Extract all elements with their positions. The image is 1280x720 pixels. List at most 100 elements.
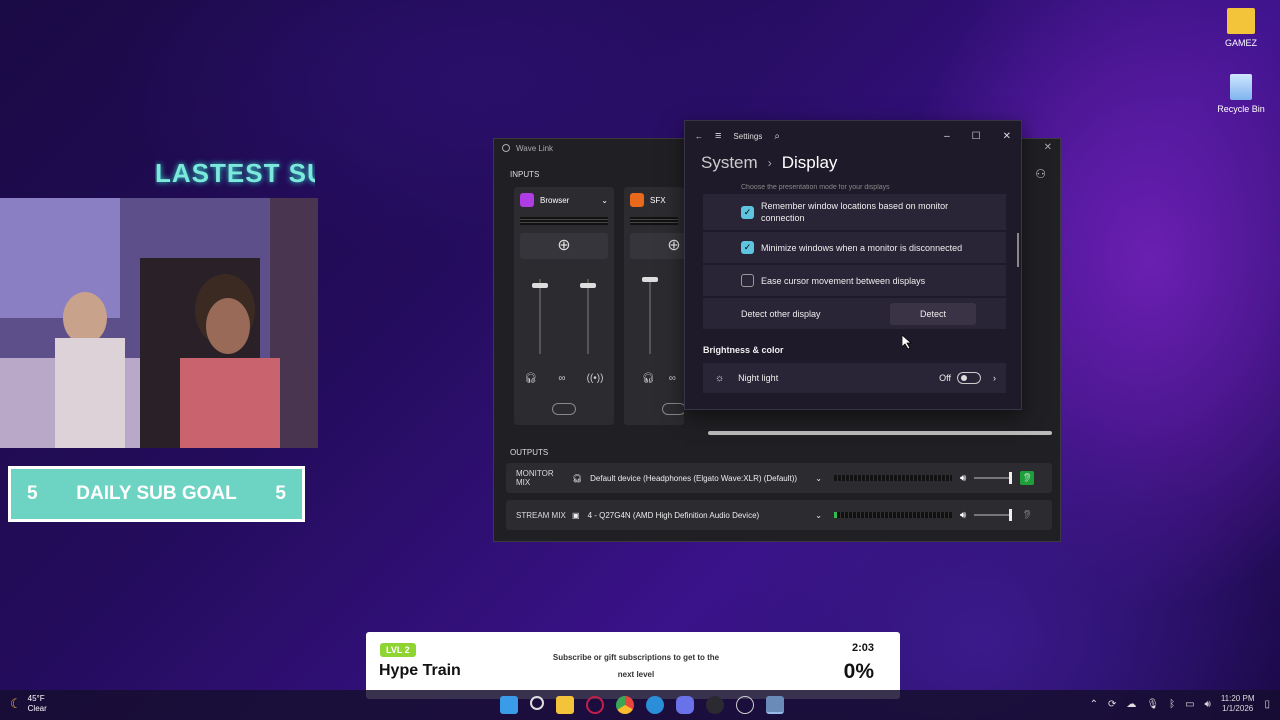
night-light-label: Night light — [738, 373, 779, 383]
system-tray: ⌃ ⟳ ☁ 🎙︎ ᛒ ▭ 🔊︎ 11:20 PM 1/1/2026 ▯ — [1090, 694, 1270, 714]
output-device-select[interactable]: 🎧︎ Default device (Headphones (Elgato Wa… — [566, 474, 830, 483]
settings-taskbar-icon[interactable] — [766, 696, 784, 714]
sfx-icon — [630, 193, 644, 207]
breadcrumb: System › Display — [685, 151, 1021, 181]
output-row-stream-mix: STREAM MIX ▣ 4 - Q27G4N (AMD High Defini… — [506, 500, 1052, 530]
back-arrow-icon[interactable]: ← — [695, 132, 703, 141]
monitor-fader-track[interactable] — [539, 279, 541, 354]
close-icon[interactable]: ✕ — [1044, 142, 1052, 153]
monitor-fader-handle[interactable] — [642, 277, 658, 282]
minimize-icon[interactable]: – — [944, 131, 950, 142]
night-light-row[interactable]: ☼ Night light Off › — [703, 363, 1006, 393]
output-volume-slider[interactable] — [974, 509, 1013, 521]
file-explorer-icon[interactable] — [556, 696, 574, 714]
edge-icon[interactable] — [646, 696, 664, 714]
daily-sub-goal: 5 DAILY SUB GOAL 5 — [8, 466, 305, 522]
detect-button[interactable]: Detect — [890, 302, 976, 325]
stream-fader-track[interactable] — [587, 279, 589, 354]
output-volume-slider[interactable] — [974, 472, 1013, 484]
weather-text: 45°F Clear — [28, 694, 47, 714]
user-icon[interactable]: ⚇ — [1035, 167, 1046, 181]
desktop-icon-recycle-bin[interactable]: Recycle Bin — [1211, 74, 1271, 114]
chevron-right-icon[interactable]: › — [993, 373, 996, 383]
page-title: Display — [781, 153, 838, 172]
channel-mix-icons: 🎧︎ ∞ ((•)) — [514, 373, 614, 384]
discord-icon[interactable] — [676, 696, 694, 714]
channel-level-meter — [630, 217, 678, 225]
wave-link-logo-icon — [502, 144, 510, 152]
broadcast-icon[interactable]: ((•)) — [587, 373, 604, 384]
sync-icon[interactable]: ⟳ — [1108, 699, 1116, 710]
horizontal-scrollbar[interactable] — [708, 431, 1052, 435]
presentation-mode-caption: Choose the presentation mode for your di… — [741, 184, 890, 191]
wave-link-taskbar-icon[interactable] — [706, 696, 724, 714]
chrome-icon[interactable] — [616, 696, 634, 714]
settings-window: ← ≡ Settings ⌕ – ☐ ✕ System › Display Ch… — [684, 120, 1022, 410]
maximize-icon[interactable]: ☐ — [972, 131, 981, 142]
chevron-down-icon: ⌄ — [815, 473, 822, 483]
headphones-icon[interactable]: 🎧︎ — [525, 373, 538, 384]
link-icon[interactable]: ∞ — [669, 373, 676, 384]
chevron-up-icon[interactable]: ⌃ — [1090, 699, 1098, 710]
subgoal-right-count: 5 — [275, 483, 286, 504]
cloud-icon[interactable]: ☁ — [1126, 699, 1136, 710]
speaker-icon[interactable]: 🔊︎ — [960, 473, 966, 484]
subgoal-left-count: 5 — [27, 483, 38, 504]
channel-level-meter — [520, 217, 608, 225]
close-icon[interactable]: ✕ — [1003, 131, 1011, 142]
search-icon[interactable] — [530, 696, 544, 710]
output-level-meter — [834, 475, 952, 481]
settings-content: Choose the presentation mode for your di… — [703, 184, 1006, 393]
desktop-icon-gamez[interactable]: GAMEZ — [1211, 8, 1271, 48]
output-device-select[interactable]: ▣ 4 - Q27G4N (AMD High Definition Audio … — [566, 511, 830, 520]
waveform-icon[interactable] — [662, 403, 684, 415]
channel-header[interactable]: SFX — [624, 187, 684, 213]
ear-icon[interactable]: 👂︎ — [1020, 471, 1035, 485]
monitor-fader-handle[interactable] — [532, 283, 548, 288]
night-light-toggle[interactable] — [957, 372, 981, 384]
add-effect-button[interactable]: ⊕ — [630, 233, 684, 259]
weather-widget[interactable]: ☾ 45°F Clear — [10, 694, 47, 714]
bluetooth-icon[interactable]: ᛒ — [1169, 699, 1175, 710]
option-remember-window-locations[interactable]: ✓ Remember window locations based on mon… — [703, 194, 1006, 230]
stream-fader-handle[interactable] — [580, 283, 596, 288]
clock-date: 1/1/2026 — [1222, 704, 1254, 713]
microphone-icon[interactable]: 🎙︎ — [1146, 699, 1159, 710]
wave-link-title: Wave Link — [516, 143, 554, 153]
search-icon[interactable]: ⌕ — [774, 131, 780, 142]
webcam-feed — [0, 198, 318, 448]
network-icon[interactable]: ▭ — [1185, 699, 1194, 710]
checkbox-checked[interactable]: ✓ — [741, 241, 754, 254]
ear-icon[interactable]: 👂︎ — [1020, 508, 1034, 522]
speaker-icon[interactable]: 🔊︎ — [960, 510, 966, 521]
breadcrumb-system[interactable]: System — [701, 153, 758, 173]
app-icon[interactable] — [736, 696, 754, 714]
headphones-icon[interactable]: 🎧︎ — [642, 373, 655, 384]
channel-header[interactable]: Browser ⌄ — [514, 187, 614, 213]
recycle-bin-icon — [1230, 74, 1252, 100]
option-minimize-windows[interactable]: ✓ Minimize windows when a monitor is dis… — [703, 232, 1006, 263]
checkbox-checked[interactable]: ✓ — [741, 205, 754, 219]
hype-train-title: Hype Train — [379, 662, 461, 679]
option-ease-cursor-movement[interactable]: Ease cursor movement between displays — [703, 265, 1006, 296]
add-effect-button[interactable]: ⊕ — [520, 233, 608, 259]
app-icon[interactable] — [586, 696, 604, 714]
inputs-label: INPUTS — [510, 170, 540, 179]
settings-titlebar: ← ≡ Settings ⌕ – ☐ ✕ — [685, 121, 1021, 151]
checkbox-unchecked[interactable] — [741, 274, 754, 287]
output-row-monitor-mix: MONITOR MIX 🎧︎ Default device (Headphone… — [506, 463, 1052, 493]
clock[interactable]: 11:20 PM 1/1/2026 — [1221, 694, 1255, 714]
link-icon[interactable]: ∞ — [558, 373, 565, 384]
option-label: Ease cursor movement between displays — [761, 275, 926, 286]
channel-name: SFX — [650, 195, 666, 205]
monitor-fader-track[interactable] — [649, 279, 651, 354]
sun-icon: ☼ — [715, 372, 725, 384]
chevron-down-icon[interactable]: ⌄ — [601, 196, 608, 205]
waveform-icon[interactable] — [552, 403, 576, 415]
notification-icon[interactable]: ▯ — [1264, 699, 1270, 710]
vertical-scrollbar[interactable] — [1017, 233, 1019, 267]
channel-name: Browser — [540, 195, 570, 205]
windows-start-icon[interactable] — [500, 696, 518, 714]
hamburger-menu-icon[interactable]: ≡ — [715, 130, 721, 142]
volume-icon[interactable]: 🔊︎ — [1205, 699, 1211, 710]
